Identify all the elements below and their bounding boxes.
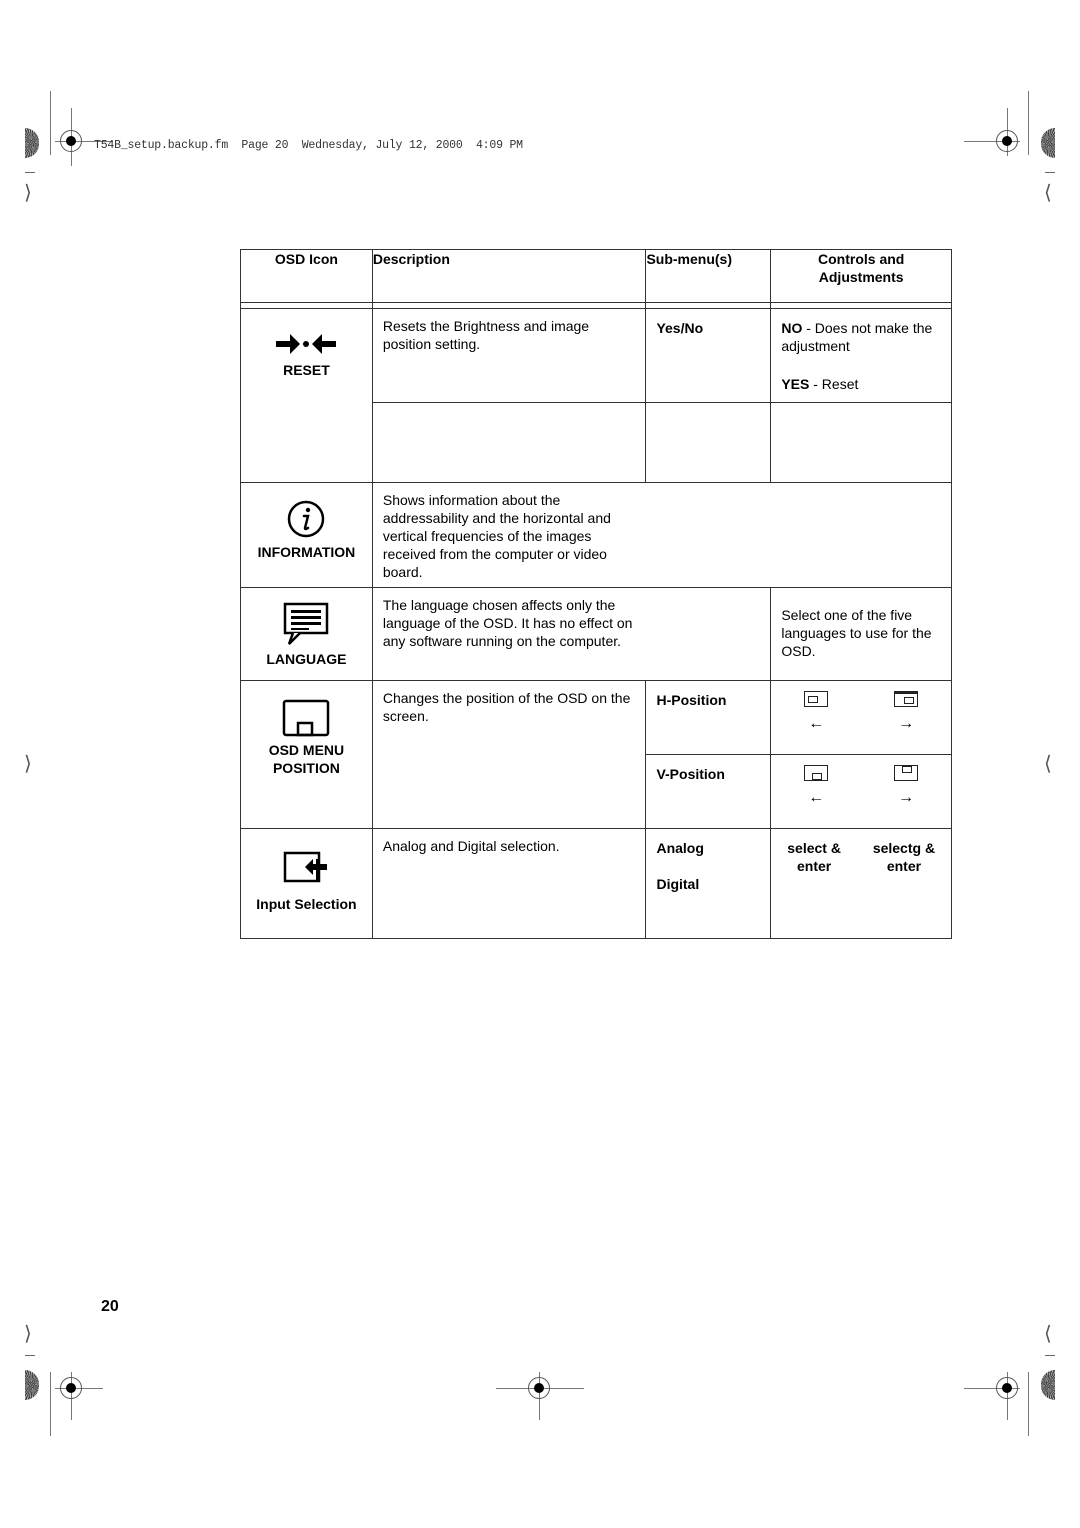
osd-position-description: Changes the position of the OSD on the s… xyxy=(371,680,647,829)
reset-controls: NO - Does not make the adjustment YES - … xyxy=(770,308,952,403)
empty-cell xyxy=(770,402,952,483)
registration-mark-bottom-left xyxy=(60,1377,82,1399)
print-header: T54B_setup.backup.fm Page 20 Wednesday, … xyxy=(94,139,523,152)
h-position-submenu: H-Position xyxy=(645,680,772,755)
reset-submenu: Yes/No xyxy=(645,308,772,403)
reset-label: RESET xyxy=(283,362,330,378)
registration-disc-top-left xyxy=(25,128,39,158)
page-number: 20 xyxy=(101,1298,119,1315)
header-description: Description xyxy=(371,249,647,303)
select-enter-digital[interactable]: selectg & enter xyxy=(873,839,935,875)
right-arrow-icon: → xyxy=(898,715,915,732)
crop-tick xyxy=(25,1355,35,1356)
left-arrow-icon: ← xyxy=(808,789,825,806)
table-row-osd-position-h: OSD MENU POSITION Changes the position o… xyxy=(240,680,952,829)
fold-mark: ⟩ xyxy=(24,753,32,775)
right-arrow-icon: → xyxy=(898,789,915,806)
header-controls: Controls and Adjustments xyxy=(770,249,952,303)
empty-cell xyxy=(371,402,647,483)
osd-bottom-icon xyxy=(804,765,829,781)
table-row-information: INFORMATION Shows information about the … xyxy=(240,482,953,588)
crop-line xyxy=(1028,1372,1029,1436)
registration-disc-bottom-right xyxy=(1041,1370,1055,1400)
registration-mark-top-right xyxy=(996,130,1018,152)
input-selection-controls: select & enter selectg & enter xyxy=(770,828,952,939)
input-selection-description: Analog and Digital selection. xyxy=(371,828,647,939)
input-selection-label: Input Selection xyxy=(256,896,357,912)
information-description: Shows information about the addressabili… xyxy=(371,482,953,588)
header-osd-icon: OSD Icon xyxy=(240,249,373,303)
osd-position-label-line2: POSITION xyxy=(272,760,340,776)
reset-description: Resets the Brightness and image position… xyxy=(371,308,647,403)
registration-mark-bottom-center xyxy=(528,1377,550,1399)
crop-tick xyxy=(25,172,35,173)
crop-line xyxy=(50,91,51,155)
info-circle-icon xyxy=(288,500,325,538)
input-selection-icon-cell: Input Selection xyxy=(240,828,373,939)
osd-top-icon xyxy=(894,765,919,781)
empty-cell xyxy=(645,402,772,483)
registration-disc-bottom-left xyxy=(25,1370,39,1400)
speech-bubble-icon xyxy=(284,602,329,645)
h-position-left-control[interactable]: ← xyxy=(804,691,829,732)
v-position-up-control[interactable]: → xyxy=(894,765,919,806)
input-arrow-icon xyxy=(284,851,328,883)
select-enter-analog[interactable]: select & enter xyxy=(787,839,841,875)
registration-disc-top-right xyxy=(1041,128,1055,158)
registration-mark-bottom-right xyxy=(996,1377,1018,1399)
osd-left-icon xyxy=(804,691,829,707)
language-controls: Select one of the five languages to use … xyxy=(770,587,952,681)
osd-position-label-line1: OSD MENU xyxy=(268,742,345,758)
osd-window-icon xyxy=(283,699,330,737)
language-icon-cell: LANGUAGE xyxy=(240,587,373,681)
submenu-analog: Analog xyxy=(656,840,704,856)
osd-right-icon xyxy=(894,691,919,707)
table-row-language: LANGUAGE The language chosen affects onl… xyxy=(240,587,952,681)
input-selection-submenus: Analog Digital xyxy=(645,828,772,939)
information-icon-cell: INFORMATION xyxy=(240,482,373,588)
fold-mark: ⟩ xyxy=(24,1323,32,1345)
header-submenus: Sub-menu(s) xyxy=(645,249,772,303)
crop-tick xyxy=(1045,172,1055,173)
v-position-controls: ← → xyxy=(770,754,952,829)
v-position-submenu: V-Position xyxy=(645,754,772,829)
reset-icon-cell: RESET xyxy=(240,308,373,483)
crop-line xyxy=(50,1372,51,1436)
left-arrow-icon: ← xyxy=(808,715,825,732)
fold-mark: ⟨ xyxy=(1044,753,1052,775)
osd-position-icon-cell: OSD MENU POSITION xyxy=(240,680,373,829)
registration-mark-top-left xyxy=(60,130,82,152)
language-label: LANGUAGE xyxy=(266,651,347,667)
fold-mark: ⟩ xyxy=(24,182,32,204)
h-position-controls: ← → xyxy=(770,680,952,755)
table-row-input-selection: Input Selection Analog and Digital selec… xyxy=(240,828,952,939)
v-position-down-control[interactable]: ← xyxy=(804,765,829,806)
submenu-digital: Digital xyxy=(656,876,700,892)
osd-controls-table: OSD Icon Description Sub-menu(s) Control… xyxy=(240,249,953,939)
reset-yes-option: YES - Reset xyxy=(781,376,859,392)
table-row-reset: RESET Resets the Brightness and image po… xyxy=(240,308,952,483)
crop-line xyxy=(1028,91,1029,155)
table-header-row: OSD Icon Description Sub-menu(s) Control… xyxy=(240,249,952,303)
reset-arrows-icon xyxy=(276,334,337,354)
language-description: The language chosen affects only the lan… xyxy=(371,587,772,681)
information-label: INFORMATION xyxy=(257,544,356,560)
crop-tick xyxy=(1045,1355,1055,1356)
h-position-right-control[interactable]: → xyxy=(894,691,919,732)
fold-mark: ⟨ xyxy=(1044,1323,1052,1345)
reset-no-option: NO - Does not make the adjustment xyxy=(781,320,933,354)
fold-mark: ⟨ xyxy=(1044,182,1052,204)
